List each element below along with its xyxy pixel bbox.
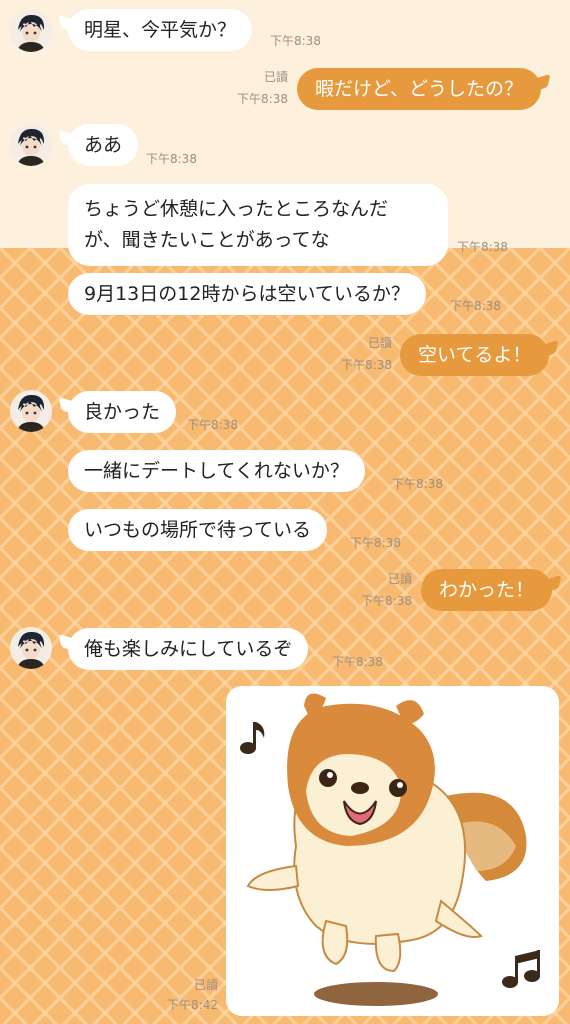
message-text: いつもの場所で待っている xyxy=(84,519,312,541)
incoming-message[interactable]: ちょうど休憩に入ったところなんだ が、聞きたいことがあってな xyxy=(68,184,448,266)
message-text-line: が、聞きたいことがあってな xyxy=(84,229,330,251)
message-timestamp: 下午8:38 xyxy=(332,655,383,669)
message-timestamp: 下午8:38 xyxy=(457,240,508,254)
incoming-message[interactable]: ああ xyxy=(68,124,139,166)
read-receipt: 已讀 xyxy=(367,336,392,350)
message-timestamp: 下午8:38 xyxy=(341,358,392,372)
read-receipt: 已讀 xyxy=(263,70,288,84)
incoming-message[interactable]: 良かった xyxy=(68,391,177,433)
message-timestamp: 下午8:42 xyxy=(167,998,218,1012)
message-timestamp: 下午8:38 xyxy=(450,299,501,313)
incoming-message[interactable]: 俺も楽しみにしているぞ xyxy=(68,628,309,670)
contact-avatar[interactable] xyxy=(10,390,52,432)
message-timestamp: 下午8:38 xyxy=(270,34,321,48)
outgoing-message[interactable]: わかった！ xyxy=(421,569,553,611)
message-text: ああ xyxy=(84,134,123,156)
message-timestamp: 下午8:38 xyxy=(392,477,443,491)
music-note-icon xyxy=(240,722,265,754)
message-text: 空いてるよ！ xyxy=(418,344,532,366)
message-text-line: ちょうど休憩に入ったところなんだ xyxy=(84,198,389,220)
contact-avatar[interactable] xyxy=(10,627,52,669)
read-receipt: 已讀 xyxy=(387,572,412,586)
outgoing-message[interactable]: 空いてるよ！ xyxy=(400,334,550,376)
message-text: 俺も楽しみにしているぞ xyxy=(84,638,293,660)
pomeranian-dog-sticker[interactable] xyxy=(226,686,559,1016)
message-timestamp: 下午8:38 xyxy=(350,536,401,550)
incoming-message[interactable]: 一緒にデートしてくれないか？ xyxy=(68,450,365,492)
incoming-message[interactable]: いつもの場所で待っている xyxy=(68,509,328,551)
message-text: 一緒にデートしてくれないか？ xyxy=(84,460,349,482)
message-text: わかった！ xyxy=(439,579,535,601)
contact-avatar[interactable] xyxy=(10,124,52,166)
message-text: 良かった xyxy=(84,401,161,423)
message-timestamp: 下午8:38 xyxy=(146,152,197,166)
message-timestamp: 下午8:38 xyxy=(361,594,412,608)
read-receipt: 已讀 xyxy=(193,978,218,992)
contact-avatar[interactable] xyxy=(10,10,52,52)
music-note-icon xyxy=(502,950,540,988)
message-text: 暇だけど、どうしたの？ xyxy=(315,78,524,100)
message-text: 明星、今平気か？ xyxy=(84,19,237,41)
message-timestamp: 下午8:38 xyxy=(237,92,288,106)
incoming-message[interactable]: 9月13日の12時からは空いているか？ xyxy=(68,273,426,315)
incoming-message[interactable]: 明星、今平気か？ xyxy=(68,9,253,51)
message-timestamp: 下午8:38 xyxy=(187,418,238,432)
outgoing-message[interactable]: 暇だけど、どうしたの？ xyxy=(297,68,542,110)
message-text: 9月13日の12時からは空いているか？ xyxy=(84,283,410,305)
